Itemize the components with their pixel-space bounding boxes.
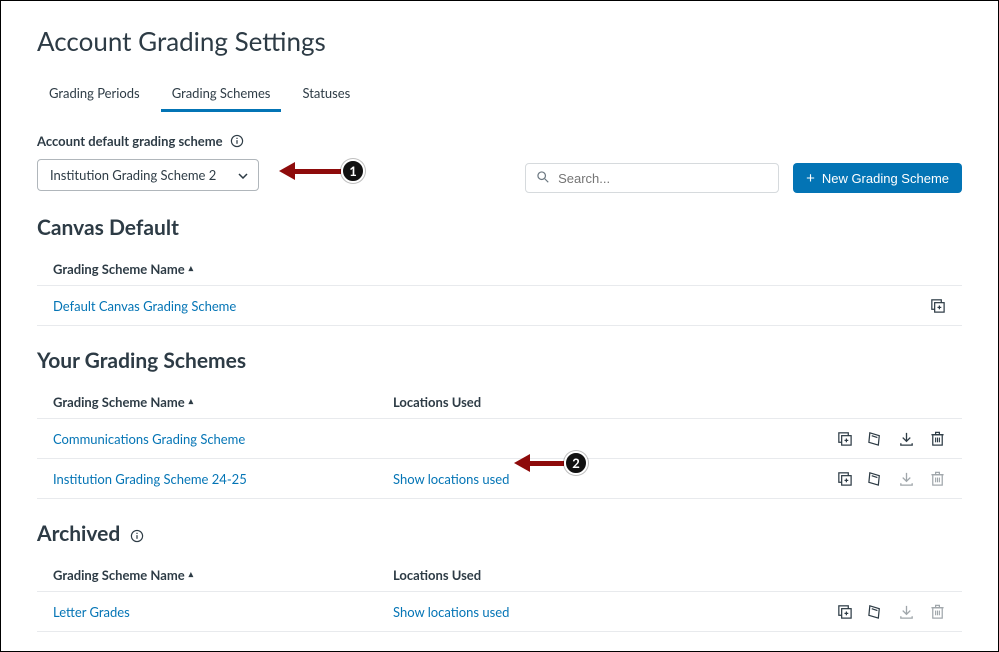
new-scheme-button[interactable]: + New Grading Scheme [793, 163, 962, 193]
info-icon[interactable] [130, 529, 144, 543]
tab-grading-periods[interactable]: Grading Periods [47, 79, 142, 111]
table-header-canvas: Grading Scheme Name▴ [37, 252, 962, 285]
col-locations: Locations Used [393, 567, 946, 583]
table-row: Institution Grading Scheme 24-25 Show lo… [37, 459, 962, 499]
default-scheme-block: Account default grading scheme Instituti… [37, 132, 962, 193]
search-icon [536, 169, 550, 188]
show-locations-link[interactable]: Show locations used [393, 604, 836, 620]
trash-icon[interactable] [929, 430, 946, 447]
table-header-yours: Grading Scheme Name▴ Locations Used [37, 385, 962, 418]
col-name[interactable]: Grading Scheme Name▴ [53, 394, 393, 410]
col-locations: Locations Used [393, 394, 946, 410]
chevron-down-icon [238, 169, 248, 182]
table-row: Communications Grading Scheme [37, 418, 962, 459]
table-row: Letter Grades Show locations used [37, 591, 962, 632]
section-your-schemes-title: Your Grading Schemes [37, 348, 962, 373]
default-scheme-value: Institution Grading Scheme 2 [50, 167, 216, 183]
download-icon [898, 470, 915, 487]
show-locations-link[interactable]: Show locations used [393, 471, 836, 487]
default-scheme-label: Account default grading scheme [37, 132, 962, 149]
scheme-link-default-canvas[interactable]: Default Canvas Grading Scheme [53, 298, 393, 314]
search-box[interactable] [525, 163, 779, 193]
section-canvas-default-title: Canvas Default [37, 215, 962, 240]
plus-icon: + [806, 170, 815, 187]
duplicate-icon[interactable] [836, 430, 853, 447]
sort-asc-icon: ▴ [189, 568, 194, 580]
tab-statuses[interactable]: Statuses [300, 79, 352, 111]
table-header-archived: Grading Scheme Name▴ Locations Used [37, 558, 962, 591]
tab-grading-schemes[interactable]: Grading Schemes [170, 79, 273, 111]
scheme-link-communications[interactable]: Communications Grading Scheme [53, 431, 393, 447]
download-icon [898, 603, 915, 620]
sort-asc-icon: ▴ [189, 262, 194, 274]
duplicate-icon[interactable] [836, 603, 853, 620]
trash-icon [929, 603, 946, 620]
trash-icon [929, 470, 946, 487]
col-name[interactable]: Grading Scheme Name▴ [53, 261, 393, 277]
archive-icon[interactable] [867, 430, 884, 447]
sort-asc-icon: ▴ [189, 395, 194, 407]
info-icon[interactable] [230, 134, 244, 148]
scheme-link-letter-grades[interactable]: Letter Grades [53, 604, 393, 620]
col-name[interactable]: Grading Scheme Name▴ [53, 567, 393, 583]
duplicate-icon[interactable] [929, 297, 946, 314]
download-icon[interactable] [898, 430, 915, 447]
scheme-link-institution-2425[interactable]: Institution Grading Scheme 24-25 [53, 471, 393, 487]
archive-icon[interactable] [867, 603, 884, 620]
duplicate-icon[interactable] [836, 470, 853, 487]
archive-icon[interactable] [867, 470, 884, 487]
section-archived-title: Archived [37, 521, 962, 546]
new-scheme-label: New Grading Scheme [822, 171, 949, 186]
tab-bar: Grading Periods Grading Schemes Statuses [47, 79, 998, 112]
default-scheme-dropdown[interactable]: Institution Grading Scheme 2 [37, 159, 259, 191]
table-row: Default Canvas Grading Scheme [37, 285, 962, 326]
page-title: Account Grading Settings [37, 25, 998, 57]
search-input[interactable] [558, 171, 768, 186]
